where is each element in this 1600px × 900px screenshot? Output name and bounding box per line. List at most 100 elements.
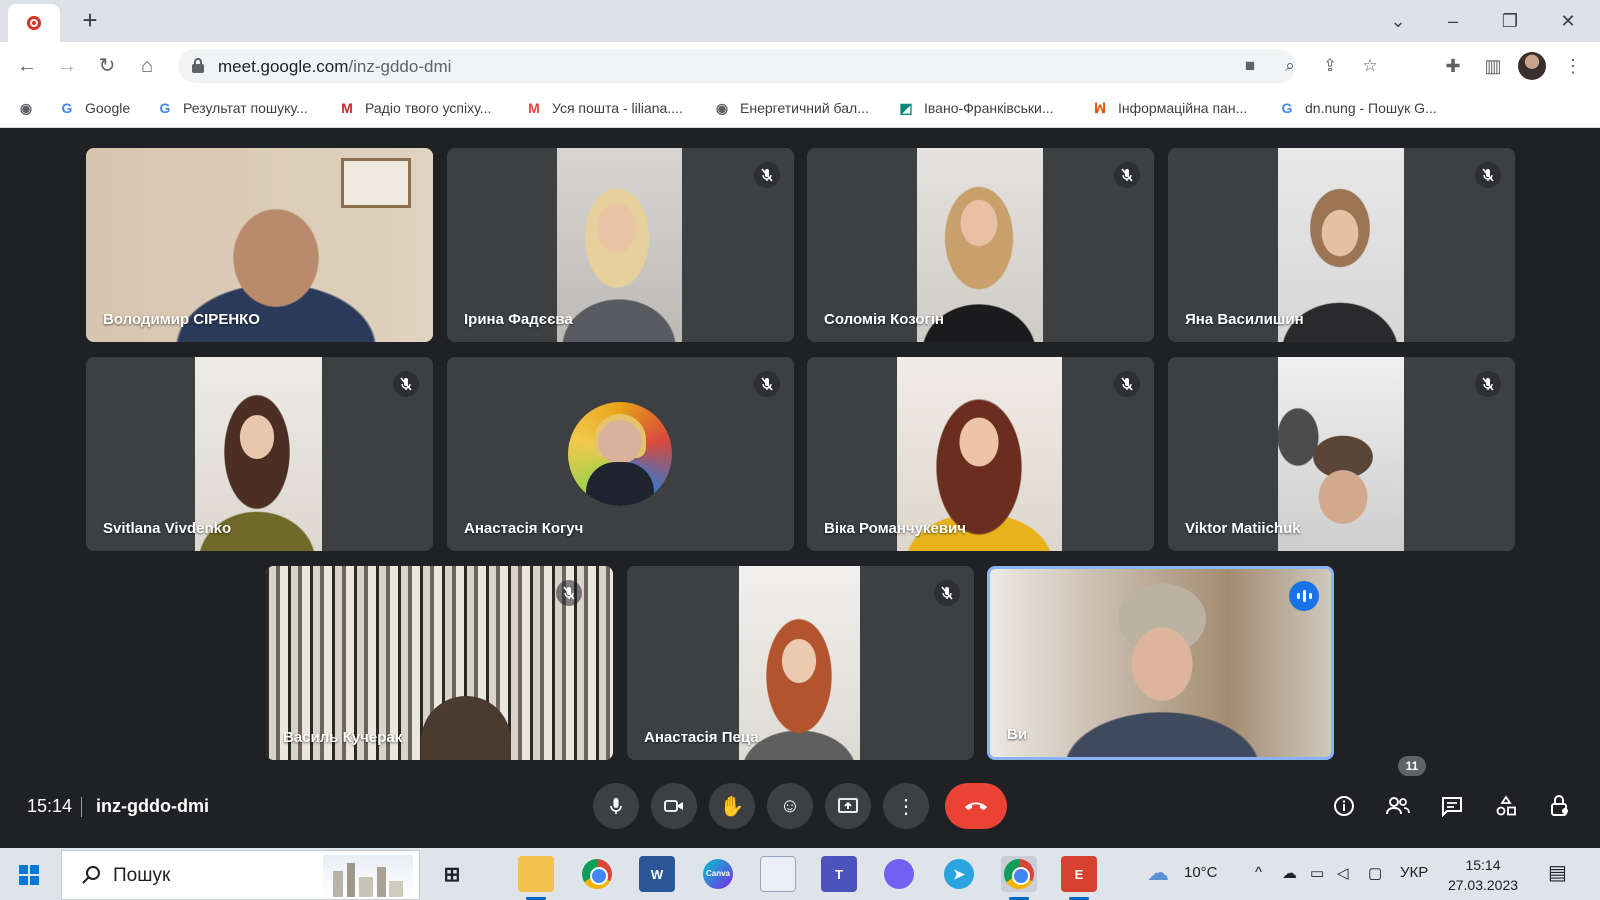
muted-mic-icon — [754, 371, 780, 397]
taskbar-search[interactable]: Пошук — [61, 850, 420, 900]
viber-icon[interactable] — [881, 856, 917, 892]
video-feed — [990, 569, 1331, 757]
activities-button[interactable] — [1484, 784, 1528, 828]
chat-button[interactable] — [1430, 784, 1474, 828]
search-highlight-image — [323, 855, 413, 897]
participant-tile[interactable]: Віка Романчукевич — [807, 357, 1154, 551]
home-button[interactable]: ⌂ — [133, 52, 161, 80]
camera-in-use-icon[interactable]: ■ — [1238, 54, 1262, 78]
onedrive-icon[interactable]: ☁ — [1282, 864, 1297, 882]
new-tab-button[interactable]: + — [76, 6, 104, 34]
participant-tile-self[interactable]: Ви — [987, 566, 1334, 760]
battery-icon[interactable]: ▭ — [1310, 864, 1324, 882]
restore-button[interactable]: ❐ — [1497, 8, 1523, 34]
participant-name: Анастасія Когуч — [464, 520, 584, 537]
meeting-code: inz-gddo-dmi — [96, 796, 209, 816]
meeting-stage: Володимир СІРЕНКО Ірина Фадєєва Соломія … — [0, 128, 1600, 848]
browser-tab-meet[interactable] — [8, 4, 60, 42]
bookmark-item[interactable]: ◩ Івано-Франківськи... — [898, 96, 1053, 120]
muted-mic-icon — [556, 580, 582, 606]
word-icon[interactable]: W — [639, 856, 675, 892]
network-icon[interactable]: ▢ — [1368, 864, 1382, 882]
notifications-icon[interactable]: ▤ — [1548, 860, 1567, 885]
bookmark-apps[interactable]: ◉ — [18, 96, 44, 120]
participant-tile[interactable]: Svitlana Vivdenko — [86, 357, 433, 551]
extensions-icon[interactable]: ✚ — [1440, 53, 1466, 79]
camera-button[interactable] — [651, 783, 697, 829]
more-options-button[interactable]: ⋮ — [883, 783, 929, 829]
participant-name: Яна Василишин — [1185, 311, 1304, 328]
people-icon — [1386, 797, 1410, 815]
muted-mic-icon — [1475, 162, 1501, 188]
share-icon[interactable]: ⇪ — [1318, 54, 1342, 78]
participant-tile[interactable]: Анастасія Пеца — [627, 566, 974, 760]
bookmark-item[interactable]: Gdn.nung - Пошук G... — [1279, 96, 1437, 120]
muted-mic-icon — [393, 371, 419, 397]
browser-menu-icon[interactable]: ⋮ — [1560, 53, 1586, 79]
muted-mic-icon — [1114, 162, 1140, 188]
bookmark-item[interactable]: G Google — [59, 96, 131, 120]
participant-tile[interactable]: Володимир СІРЕНКО — [86, 148, 433, 342]
start-button[interactable] — [19, 865, 39, 885]
reactions-button[interactable]: ☺ — [767, 783, 813, 829]
bookmarks-bar: ◉ G Google G Результат пошуку... M Радіо тв… — [0, 88, 1600, 128]
bookmark-item[interactable]: M Радіо твого успіху... — [339, 96, 491, 120]
weather-temp[interactable]: 10°C — [1184, 864, 1218, 881]
microphone-button[interactable] — [593, 783, 639, 829]
forward-button[interactable]: → — [53, 52, 81, 80]
tab-search-chevron-icon[interactable]: ⌄ — [1385, 8, 1411, 34]
bookmark-star-icon[interactable]: ☆ — [1358, 54, 1382, 78]
url-text[interactable]: meet.google.com/inz-gddo-dmi — [218, 57, 451, 77]
bookmark-item[interactable]: G Результат пошуку... — [157, 96, 308, 120]
system-date: 27.03.2023 — [1447, 877, 1519, 893]
participant-tile[interactable]: Яна Василишин — [1168, 148, 1515, 342]
volume-icon[interactable]: ◁ — [1337, 864, 1349, 882]
bookmark-item[interactable]: ꟽ Інформаційна пан... — [1092, 96, 1247, 120]
chrome-taskbar-icon[interactable] — [579, 856, 615, 892]
input-language[interactable]: УКР — [1400, 864, 1428, 881]
activities-icon — [1496, 795, 1516, 816]
muted-mic-icon — [1114, 371, 1140, 397]
chrome-active-icon[interactable] — [1001, 856, 1037, 900]
close-window-button[interactable]: ✕ — [1555, 8, 1581, 34]
presentation-app-icon[interactable]: E — [1061, 856, 1097, 900]
address-bar[interactable]: meet.google.com/inz-gddo-dmi ■ ⌕ ⇪ ☆ — [178, 49, 1378, 83]
side-panel-icon[interactable]: ▥ — [1480, 53, 1506, 79]
minimize-button[interactable]: – — [1440, 8, 1466, 34]
image-viewer-icon[interactable] — [760, 856, 796, 892]
emoji-icon: ☺ — [779, 794, 801, 817]
back-button[interactable]: ← — [13, 52, 41, 80]
participant-tile[interactable]: Viktor Matiichuk — [1168, 357, 1515, 551]
url-host: meet.google.com — [218, 57, 349, 76]
meeting-time: 15:14 — [27, 796, 73, 816]
system-clock[interactable]: 15:14 27.03.2023 — [1444, 855, 1522, 895]
bookmark-item[interactable]: M Уся пошта - liliana.... — [526, 96, 683, 120]
leave-call-button[interactable] — [945, 783, 1007, 829]
tray-chevron-icon[interactable]: ^ — [1255, 864, 1262, 881]
radio-icon: M — [341, 100, 353, 116]
bookmark-item[interactable]: ◉ Енергетичний бал... — [714, 96, 869, 120]
teams-icon[interactable]: T — [821, 856, 857, 892]
people-button[interactable] — [1376, 784, 1420, 828]
task-view-icon[interactable]: ⊞ — [434, 856, 470, 892]
participant-name: Василь Кучерак — [283, 729, 403, 746]
hand-icon: ✋ — [719, 795, 745, 818]
canva-icon[interactable]: Canva — [700, 856, 736, 892]
participant-tile[interactable]: Соломія Козогін — [807, 148, 1154, 342]
lock-icon — [192, 58, 204, 73]
zoom-icon[interactable]: ⌕ — [1278, 54, 1302, 78]
present-screen-button[interactable] — [825, 783, 871, 829]
participant-avatar — [568, 402, 672, 506]
profile-avatar[interactable] — [1518, 52, 1546, 80]
participant-tile[interactable]: Ірина Фадєєва — [447, 148, 794, 342]
host-controls-button[interactable] — [1538, 784, 1582, 828]
reload-button[interactable]: ↻ — [93, 52, 121, 80]
url-path: /inz-gddo-dmi — [348, 57, 452, 76]
weather-cloud-icon[interactable]: ☁ — [1147, 860, 1169, 886]
participant-tile[interactable]: Анастасія Когуч — [447, 357, 794, 551]
raise-hand-button[interactable]: ✋ — [709, 783, 755, 829]
telegram-icon[interactable]: ➤ — [941, 856, 977, 892]
meeting-details-button[interactable] — [1322, 784, 1366, 828]
participant-tile[interactable]: Василь Кучерак — [266, 566, 613, 760]
file-explorer-icon[interactable] — [518, 856, 554, 900]
